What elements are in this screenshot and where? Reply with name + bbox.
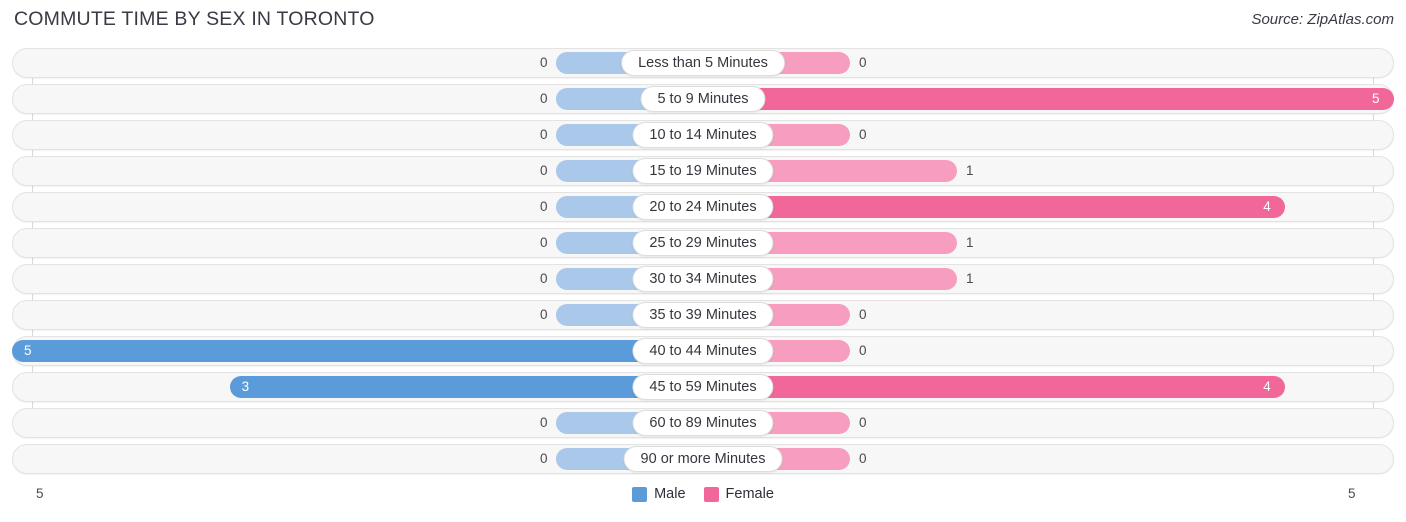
bar-value-male: 0	[540, 451, 548, 466]
category-label-pill: Less than 5 Minutes	[621, 50, 785, 76]
page-title: COMMUTE TIME BY SEX IN TORONTO	[14, 8, 375, 30]
category-label-pill: 90 or more Minutes	[623, 446, 783, 472]
bar-value-male: 0	[540, 127, 548, 142]
bar-male[interactable]	[12, 340, 703, 362]
bar-row: 0 0 Less than 5 Minutes	[0, 48, 1406, 78]
legend-label-male: Male	[654, 486, 686, 502]
bar-value-female: 0	[859, 415, 867, 430]
bar-value-female: 1	[966, 271, 974, 286]
chart-root: COMMUTE TIME BY SEX IN TORONTO Source: Z…	[0, 0, 1406, 522]
category-label-pill: 25 to 29 Minutes	[632, 230, 774, 256]
category-label-pill: 30 to 34 Minutes	[632, 266, 774, 292]
bar-value-female: 0	[859, 343, 867, 358]
bar-row: 0 5 5 to 9 Minutes	[0, 84, 1406, 114]
bar-value-male: 0	[540, 55, 548, 70]
legend-swatch-male-icon	[632, 486, 648, 502]
category-label-pill: 40 to 44 Minutes	[632, 338, 774, 364]
bar-value-male: 3	[241, 379, 250, 394]
plot-area: 0 0 Less than 5 Minutes 0 5 5 to 9 Minutes 0 0 1…	[0, 48, 1406, 482]
chart-legend: Male Female	[0, 486, 1406, 502]
category-label-pill: 60 to 89 Minutes	[632, 410, 774, 436]
bar-row: 5 0 40 to 44 Minutes	[0, 336, 1406, 366]
bar-value-male: 0	[540, 91, 548, 106]
source-attribution: Source: ZipAtlas.com	[1251, 11, 1394, 28]
bar-value-female: 0	[859, 127, 867, 142]
bar-value-male: 0	[540, 271, 548, 286]
bar-value-male: 0	[540, 163, 548, 178]
bar-row: 0 0 35 to 39 Minutes	[0, 300, 1406, 330]
bar-female[interactable]	[703, 196, 1286, 218]
legend-label-female: Female	[725, 486, 774, 502]
category-label-pill: 15 to 19 Minutes	[632, 158, 774, 184]
legend-item-female[interactable]: Female	[703, 486, 774, 502]
bar-value-female: 4	[1263, 379, 1271, 394]
legend-swatch-female-icon	[703, 486, 719, 502]
bar-rows: 0 0 Less than 5 Minutes 0 5 5 to 9 Minutes 0 0 1…	[0, 48, 1406, 474]
bar-female[interactable]	[703, 88, 1394, 110]
bar-value-female: 1	[966, 163, 974, 178]
bar-row: 0 1 25 to 29 Minutes	[0, 228, 1406, 258]
category-label-pill: 10 to 14 Minutes	[632, 122, 774, 148]
bar-row: 0 0 60 to 89 Minutes	[0, 408, 1406, 438]
bar-value-female: 0	[859, 307, 867, 322]
bar-value-male: 5	[24, 343, 32, 358]
bar-value-male: 0	[540, 235, 548, 250]
bar-value-male: 0	[540, 307, 548, 322]
legend-item-male[interactable]: Male	[632, 486, 686, 502]
category-label-pill: 20 to 24 Minutes	[632, 194, 774, 220]
bar-female[interactable]	[703, 376, 1286, 398]
bar-value-female: 5	[1372, 91, 1380, 106]
bar-value-female: 0	[859, 55, 867, 70]
bar-row: 0 0 10 to 14 Minutes	[0, 120, 1406, 150]
category-label-pill: 5 to 9 Minutes	[640, 86, 766, 112]
bar-row: 0 4 20 to 24 Minutes	[0, 192, 1406, 222]
bar-row: 3 4 45 to 59 Minutes	[0, 372, 1406, 402]
category-label-pill: 45 to 59 Minutes	[632, 374, 774, 400]
bar-value-male: 0	[540, 199, 548, 214]
bar-value-female: 4	[1263, 199, 1271, 214]
bar-value-female: 1	[966, 235, 974, 250]
bar-value-male: 0	[540, 415, 548, 430]
bar-row: 0 1 30 to 34 Minutes	[0, 264, 1406, 294]
bar-row: 0 0 90 or more Minutes	[0, 444, 1406, 474]
category-label-pill: 35 to 39 Minutes	[632, 302, 774, 328]
bar-row: 0 1 15 to 19 Minutes	[0, 156, 1406, 186]
bar-value-female: 0	[859, 451, 867, 466]
